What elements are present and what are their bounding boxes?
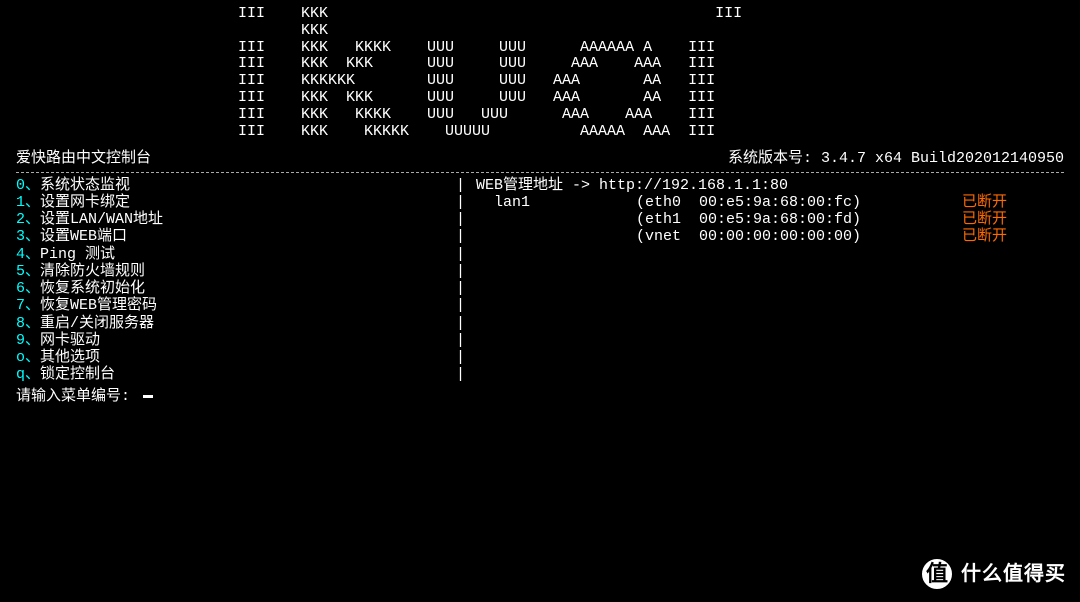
menu-item-5[interactable]: 5、清除防火墙规则 <box>16 263 456 280</box>
menu-key: 3、 <box>16 228 40 245</box>
menu-item-2[interactable]: 2、设置LAN/WAN地址 <box>16 211 456 228</box>
menu-label: 恢复系统初始化 <box>40 280 145 297</box>
menu-item-0[interactable]: 0、系统状态监视 <box>16 177 456 194</box>
prompt-label: 请输入菜单编号: <box>16 388 130 405</box>
menu-item-8[interactable]: 8、重启/关闭服务器 <box>16 315 456 332</box>
interface-status: 已断开 <box>926 194 1007 211</box>
menu-key: 1、 <box>16 194 40 211</box>
system-version: 系统版本号: 3.4.7 x64 Build202012140950 <box>728 150 1064 167</box>
interface-detail: (eth0 00:e5:9a:68:00:fc) <box>636 194 926 211</box>
menu-key: 5、 <box>16 263 40 280</box>
menu-label: 清除防火墙规则 <box>40 263 145 280</box>
lan-name <box>476 211 636 228</box>
menu-item-q[interactable]: q、锁定控制台 <box>16 366 456 383</box>
interface-status: 已断开 <box>926 228 1007 245</box>
menu-label: 其他选项 <box>40 349 100 366</box>
interface-row: (vnet 00:00:00:00:00:00) 已断开 <box>476 228 1064 245</box>
watermark-badge-icon: 值 <box>919 556 955 592</box>
menu-item-7[interactable]: 7、恢复WEB管理密码 <box>16 297 456 314</box>
menu-key: 6、 <box>16 280 40 297</box>
menu-label: 设置网卡绑定 <box>40 194 130 211</box>
info-panel: WEB管理地址 -> http://192.168.1.1:80 lan1(et… <box>476 177 1064 384</box>
menu-item-6[interactable]: 6、恢复系统初始化 <box>16 280 456 297</box>
ascii-logo: III KKK III KKK III KKK KKKK UUU UUU AAA… <box>8 6 1072 140</box>
lan-name <box>476 228 636 245</box>
menu-label: 锁定控制台 <box>40 366 115 383</box>
menu-item-1[interactable]: 1、设置网卡绑定 <box>16 194 456 211</box>
menu-label: 重启/关闭服务器 <box>40 315 154 332</box>
interface-row: (eth1 00:e5:9a:68:00:fd) 已断开 <box>476 211 1064 228</box>
menu-label: 设置LAN/WAN地址 <box>40 211 163 228</box>
menu-key: 7、 <box>16 297 40 314</box>
menu-key: 9、 <box>16 332 40 349</box>
console-title: 爱快路由中文控制台 <box>16 150 151 167</box>
interface-status: 已断开 <box>926 211 1007 228</box>
menu-key: 2、 <box>16 211 40 228</box>
watermark: 值 什么值得买 <box>919 556 1066 592</box>
menu-item-o[interactable]: o、其他选项 <box>16 349 456 366</box>
menu-key: 0、 <box>16 177 40 194</box>
menu-key: q、 <box>16 366 40 383</box>
interface-detail: (vnet 00:00:00:00:00:00) <box>636 228 926 245</box>
interface-detail: (eth1 00:e5:9a:68:00:fd) <box>636 211 926 228</box>
menu-key: 8、 <box>16 315 40 332</box>
web-admin-label: WEB管理地址 -> <box>476 177 599 194</box>
menu-label: Ping 测试 <box>40 246 115 263</box>
input-cursor[interactable] <box>143 395 153 398</box>
menu-label: 系统状态监视 <box>40 177 130 194</box>
web-admin-url: http://192.168.1.1:80 <box>599 177 788 194</box>
menu-label: 恢复WEB管理密码 <box>40 297 157 314</box>
menu-key: 4、 <box>16 246 40 263</box>
menu-item-4[interactable]: 4、Ping 测试 <box>16 246 456 263</box>
menu-list: 0、系统状态监视1、设置网卡绑定2、设置LAN/WAN地址3、设置WEB端口4、… <box>16 177 456 384</box>
interface-row: lan1(eth0 00:e5:9a:68:00:fc) 已断开 <box>476 194 1064 211</box>
menu-item-9[interactable]: 9、网卡驱动 <box>16 332 456 349</box>
menu-item-3[interactable]: 3、设置WEB端口 <box>16 228 456 245</box>
menu-label: 设置WEB端口 <box>40 228 127 245</box>
divider <box>16 172 1064 173</box>
menu-label: 网卡驱动 <box>40 332 100 349</box>
watermark-text: 什么值得买 <box>961 563 1066 586</box>
lan-name: lan1 <box>476 194 636 211</box>
menu-key: o、 <box>16 349 40 366</box>
vertical-separator: | | | | | | | | | | | | <box>456 177 476 384</box>
